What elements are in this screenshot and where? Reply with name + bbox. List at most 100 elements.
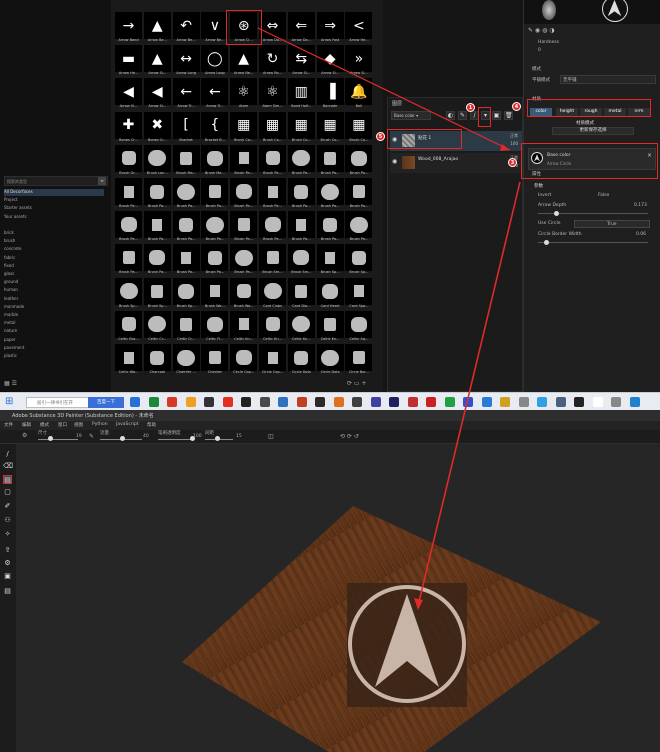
asset-tile[interactable]: Card Clubs [259,277,286,309]
category-item[interactable]: All Decorfaces [4,189,104,196]
category-item[interactable]: pavement [4,345,24,352]
asset-tile[interactable]: {Bracket B... [201,111,229,143]
asset-tile[interactable]: ⇆ Arrow Si... [287,45,315,76]
circle-border-knob[interactable] [544,240,549,245]
asset-tile[interactable]: Brush Sp... [143,277,171,309]
use-circle-field[interactable]: True [574,220,650,228]
asset-tile[interactable]: Brush Wa... [201,277,229,309]
asset-tile[interactable]: Brush Pa... [201,244,229,275]
asset-tile[interactable]: Circle Cop... [259,344,286,375]
category-item[interactable]: brush [4,238,15,245]
asset-tile[interactable]: Circle Bor... [345,344,373,375]
asset-tile[interactable]: Circle Cop... [230,344,258,375]
circle-border-slider[interactable] [538,242,648,243]
polyfill-icon[interactable]: ▢ [3,488,12,497]
asset-tile[interactable]: ▥ Band Half... [287,78,315,109]
asset-tile[interactable]: Checker [201,344,229,375]
menu-item[interactable]: 编辑 [22,422,31,428]
asset-tile[interactable]: Brush Pa... [259,178,286,209]
asset-tile[interactable]: ↻ Arrow Ro... [259,45,286,76]
asset-tile[interactable]: Celtic Fl... [201,310,229,342]
asset-tile[interactable]: Brush Sp... [316,244,344,275]
taskbar-app-icon[interactable] [629,397,640,407]
asset-tile[interactable]: Celtic Cr... [172,310,200,342]
category-item[interactable]: ground [4,279,18,286]
export-icon[interactable]: ⇪ [3,546,12,555]
material-mode-button[interactable]: 更新保存选择 [552,127,634,135]
asset-tile[interactable]: Celtic Kn... [287,310,315,342]
taskbar-app-icon[interactable] [185,397,196,407]
asset-tile[interactable]: Brush Pa... [201,178,229,209]
asset-tile[interactable]: 🔔 Bell [345,78,373,109]
add-effect-icon[interactable]: ✎ [458,111,467,120]
3d-viewport[interactable] [16,444,660,752]
layer-row-wood[interactable]: ◉ Wood_008_Arajao 正常 100 [390,153,522,173]
taskbar-app-icon[interactable] [315,397,325,407]
asset-tile[interactable]: ▦ Brush Co... [316,111,344,143]
property-tab-icons[interactable]: ✎ ◉ ◍ ◑ [528,27,554,34]
asset-tile[interactable]: Brush Lon... [143,144,171,176]
folder-icon[interactable]: ▣ [492,111,501,120]
stroke-opacity-slider[interactable] [158,439,192,440]
taskbar-app-icon[interactable] [259,397,270,407]
asset-tile[interactable]: Brush Pa... [259,144,286,176]
taskbar-app-icon[interactable] [426,397,436,407]
parameters-section[interactable]: 参数 [534,183,543,189]
eraser-icon[interactable]: ⌫ [3,462,13,471]
arrow-depth-knob[interactable] [554,211,559,216]
shelf-search-field[interactable]: 搜索库类型 ≡ [4,176,108,186]
taskbar-app-icon[interactable] [333,397,344,407]
category-item[interactable]: nature [4,328,17,335]
asset-tile[interactable]: Brush Pa... [143,244,171,275]
asset-tile[interactable]: Brush Gr... [115,144,142,176]
taskbar-app-icon[interactable] [481,397,492,407]
asset-tile[interactable]: ▦ Brush Co... [287,111,315,143]
spacing-value[interactable]: 15 [236,434,242,439]
asset-tile[interactable]: Card Spa... [345,277,373,309]
circle-border-value[interactable]: 0.06 [636,232,646,237]
asset-tile[interactable]: Celtic Kn... [230,310,258,342]
category-item[interactable]: glass [4,271,14,278]
taskbar-app-icon[interactable] [555,397,566,407]
asset-tile[interactable]: Celtic Kn... [259,310,286,342]
asset-tile[interactable]: Celtic Cr... [143,310,171,342]
hardness-value[interactable]: 0 [538,48,541,53]
asset-tile[interactable]: Chamfer ... [172,344,200,375]
asset-tile[interactable]: Brush Pa... [345,211,373,242]
asset-tile[interactable]: Brush Pa... [230,144,258,176]
stroke-opacity-value[interactable]: 100 [193,434,202,439]
menu-item[interactable]: 帮助 [147,422,156,428]
asset-tile[interactable]: Celtic Bra... [115,310,142,342]
projection-tool-icon[interactable]: ▤ [3,475,12,484]
pen-pressure-icon[interactable]: ✎ [89,433,94,440]
taskbar-app-icon[interactable] [611,397,621,407]
asset-tile[interactable]: ▐ Barcode [316,78,344,109]
grid-footer-icons[interactable]: ⟳ ▭ + [347,380,367,387]
taskbar-app-icon[interactable] [592,397,603,407]
layer-opacity[interactable]: 100 [510,141,518,146]
taskbar-app-icon[interactable] [463,397,473,407]
asset-tile[interactable]: Brush Pa... [345,178,373,209]
asset-tile[interactable]: ⇔ Arrow Do... [259,12,286,43]
asset-tile[interactable]: ⚛ Atom [230,78,258,109]
brush-toggle-icon[interactable]: ⚙ [22,432,27,439]
menu-item[interactable]: Python [92,422,108,427]
asset-tile[interactable]: Brush Sp... [345,244,373,275]
symmetry-icon[interactable]: ◫ [268,433,274,440]
asset-tile[interactable]: Brush Pa... [172,244,200,275]
taskbar-app-icon[interactable] [407,397,418,407]
layer-blend[interactable]: 正常 [510,133,518,139]
asset-tile[interactable]: ↔ Arrow Long [172,45,200,76]
clone-icon[interactable]: ⚇ [3,516,12,525]
asset-tile[interactable]: ⇒ Arrow Fast [316,12,344,43]
taskbar-app-icon[interactable] [500,397,510,407]
asset-tile[interactable]: ◆ Arrow Si... [316,45,344,76]
document-icon[interactable]: ▤ [3,587,12,596]
asset-tile[interactable]: ◀ Arrow Si... [143,78,171,109]
category-item[interactable]: manmade [4,304,24,311]
asset-tile[interactable]: Brush Pa... [143,178,171,209]
asset-tile[interactable]: Card Heart [316,277,344,309]
taskbar-app-icon[interactable] [537,397,547,407]
category-item[interactable]: plastic [4,353,17,360]
settings-icon[interactable]: ⚙ [3,559,12,568]
